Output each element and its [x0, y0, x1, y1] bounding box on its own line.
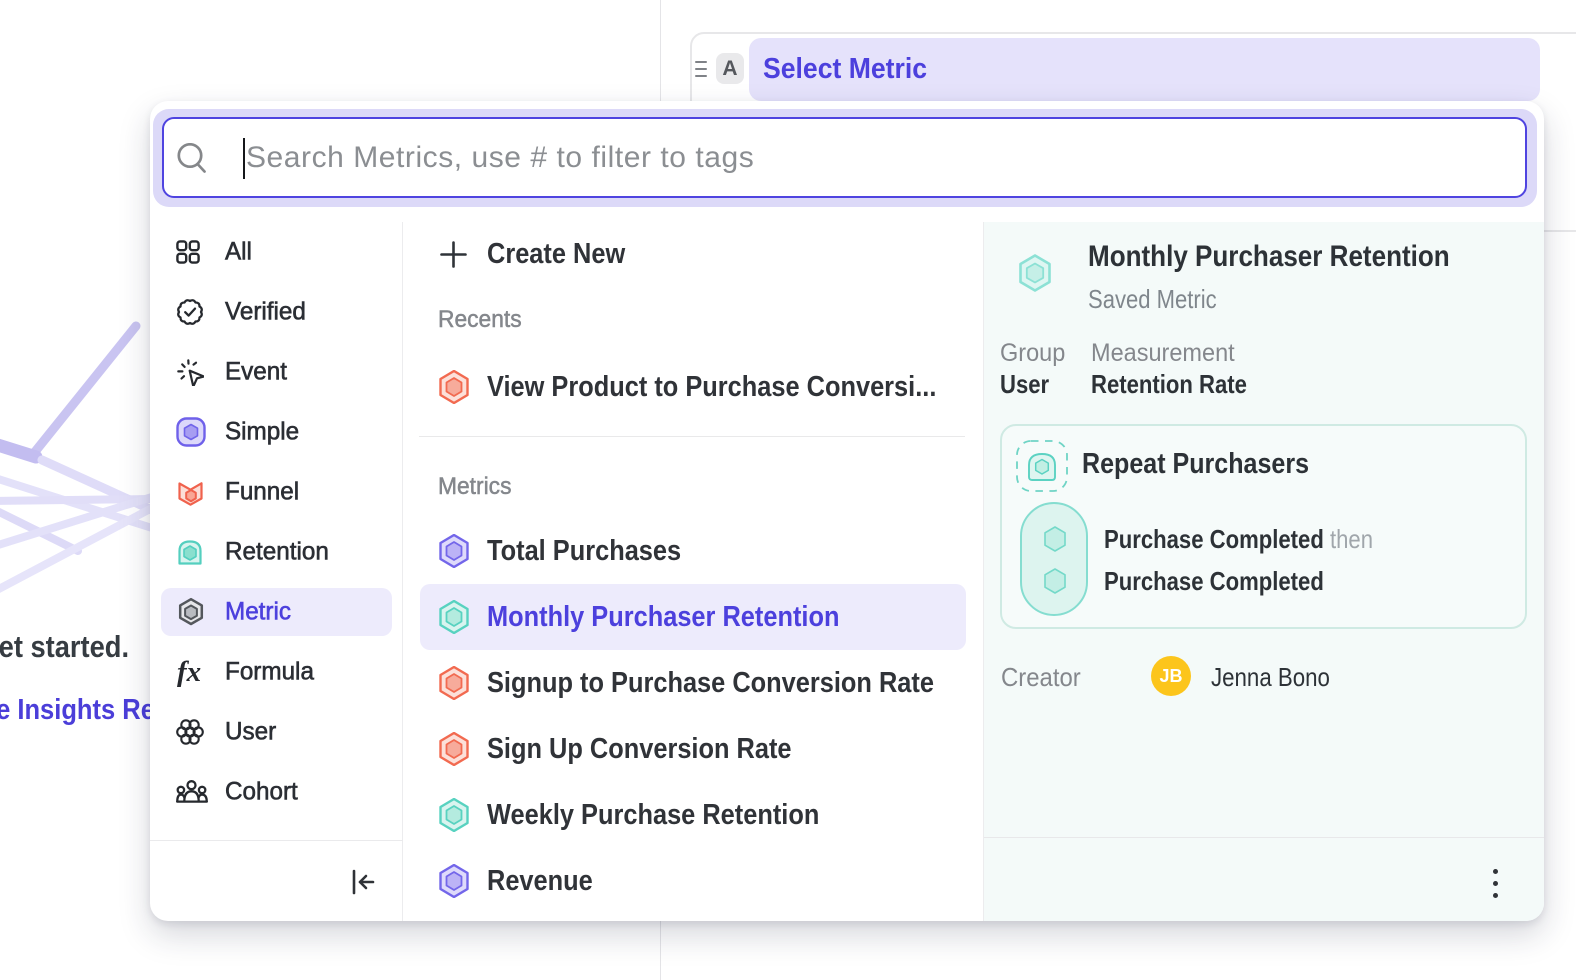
svg-text:fx: fx: [177, 657, 201, 687]
